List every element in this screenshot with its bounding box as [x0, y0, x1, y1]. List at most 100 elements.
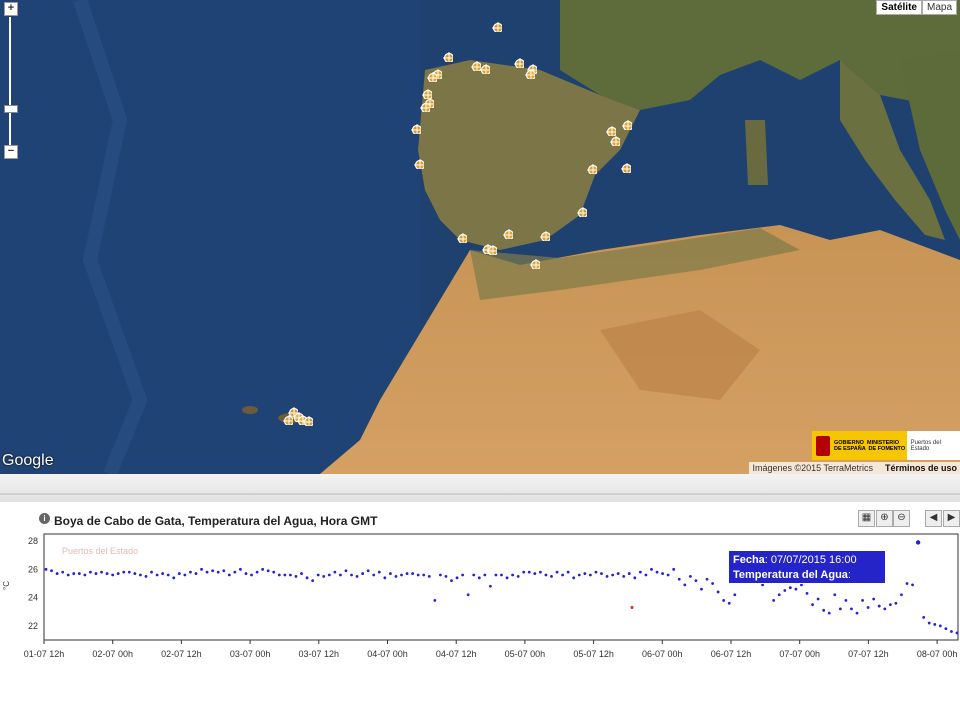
data-point[interactable] [955, 631, 959, 635]
data-point[interactable] [827, 611, 831, 615]
data-point[interactable] [216, 570, 220, 574]
data-point[interactable] [205, 570, 209, 574]
data-point[interactable] [772, 599, 776, 602]
data-point[interactable] [405, 572, 409, 575]
data-point[interactable] [55, 572, 59, 575]
data-point[interactable] [661, 572, 664, 575]
data-point[interactable] [100, 570, 103, 574]
data-point[interactable] [694, 579, 698, 583]
data-point[interactable] [650, 567, 653, 571]
data-point[interactable] [672, 567, 676, 571]
data-point[interactable] [416, 573, 420, 577]
data-point[interactable] [316, 573, 320, 577]
data-point[interactable] [444, 575, 448, 578]
data-point[interactable] [383, 576, 387, 580]
data-point[interactable] [105, 572, 109, 575]
data-point[interactable] [561, 573, 565, 577]
data-point[interactable] [883, 607, 887, 611]
data-point[interactable] [722, 599, 726, 602]
data-point[interactable] [111, 573, 115, 577]
data-point[interactable] [66, 573, 70, 577]
data-point[interactable] [577, 573, 581, 577]
data-point[interactable] [705, 577, 709, 581]
data-point[interactable] [844, 599, 848, 602]
data-point[interactable] [472, 573, 476, 577]
data-point[interactable] [127, 570, 131, 574]
data-point[interactable] [572, 576, 576, 580]
data-point[interactable] [900, 593, 903, 597]
data-point[interactable] [305, 576, 309, 580]
data-point[interactable] [427, 575, 431, 578]
data-point[interactable] [816, 597, 820, 601]
data-point[interactable] [911, 583, 914, 587]
data-point[interactable] [233, 570, 237, 574]
data-point[interactable] [933, 623, 937, 626]
data-point[interactable] [150, 570, 153, 574]
data-point[interactable] [516, 575, 520, 578]
data-point[interactable] [538, 570, 542, 574]
data-point[interactable] [327, 573, 331, 577]
data-point[interactable] [361, 572, 365, 575]
data-point[interactable] [616, 572, 620, 575]
data-point[interactable] [861, 599, 864, 602]
data-point[interactable] [177, 572, 181, 575]
data-point[interactable] [461, 573, 465, 577]
data-point[interactable] [511, 573, 515, 577]
data-point[interactable] [922, 615, 926, 619]
data-point[interactable] [122, 570, 126, 574]
data-point[interactable] [289, 573, 292, 577]
data-point[interactable] [622, 575, 626, 578]
data-point[interactable] [711, 582, 714, 585]
data-point[interactable] [300, 572, 303, 575]
data-point[interactable] [377, 570, 381, 574]
highlighted-data-point[interactable] [630, 605, 634, 609]
data-point[interactable] [366, 569, 370, 573]
data-point[interactable] [522, 570, 526, 574]
data-point[interactable] [255, 570, 259, 574]
data-point[interactable] [411, 572, 415, 575]
temperature-plot[interactable]: Puertos del Estado 22 24 26 28 °C 01-07 12h 02… [0, 0, 960, 720]
data-point[interactable] [194, 572, 198, 575]
data-point[interactable] [155, 573, 159, 577]
data-point[interactable] [727, 601, 731, 605]
data-point[interactable] [716, 590, 720, 594]
data-point[interactable] [394, 575, 398, 578]
data-point[interactable] [927, 621, 931, 625]
data-point[interactable] [644, 573, 648, 577]
data-point[interactable] [438, 573, 442, 577]
data-point[interactable] [227, 573, 231, 577]
data-point[interactable] [950, 630, 953, 633]
data-point[interactable] [244, 572, 248, 575]
data-point[interactable] [311, 579, 315, 583]
data-point[interactable] [350, 573, 353, 577]
data-point[interactable] [89, 570, 92, 574]
data-point[interactable] [83, 573, 87, 577]
data-point[interactable] [372, 573, 376, 577]
data-point[interactable] [466, 593, 470, 597]
data-point[interactable] [166, 573, 170, 577]
data-point[interactable] [583, 572, 587, 575]
data-point[interactable] [544, 573, 548, 577]
data-point[interactable] [915, 540, 921, 545]
data-point[interactable] [283, 573, 287, 577]
data-point[interactable] [139, 573, 142, 577]
data-point[interactable] [133, 572, 137, 575]
data-point[interactable] [266, 569, 270, 573]
data-point[interactable] [239, 567, 242, 571]
data-point[interactable] [600, 572, 603, 575]
data-point[interactable] [189, 570, 192, 574]
data-point[interactable] [94, 572, 98, 575]
data-point[interactable] [400, 573, 403, 577]
data-point[interactable] [633, 576, 637, 580]
data-point[interactable] [700, 587, 703, 591]
data-point[interactable] [872, 597, 876, 601]
data-point[interactable] [450, 579, 453, 583]
data-point[interactable] [550, 575, 553, 578]
data-point[interactable] [322, 575, 326, 578]
data-point[interactable] [611, 573, 614, 577]
data-point[interactable] [261, 567, 265, 571]
data-point[interactable] [894, 601, 898, 605]
data-point[interactable] [72, 572, 76, 575]
data-point[interactable] [61, 570, 65, 574]
data-point[interactable] [527, 570, 531, 574]
